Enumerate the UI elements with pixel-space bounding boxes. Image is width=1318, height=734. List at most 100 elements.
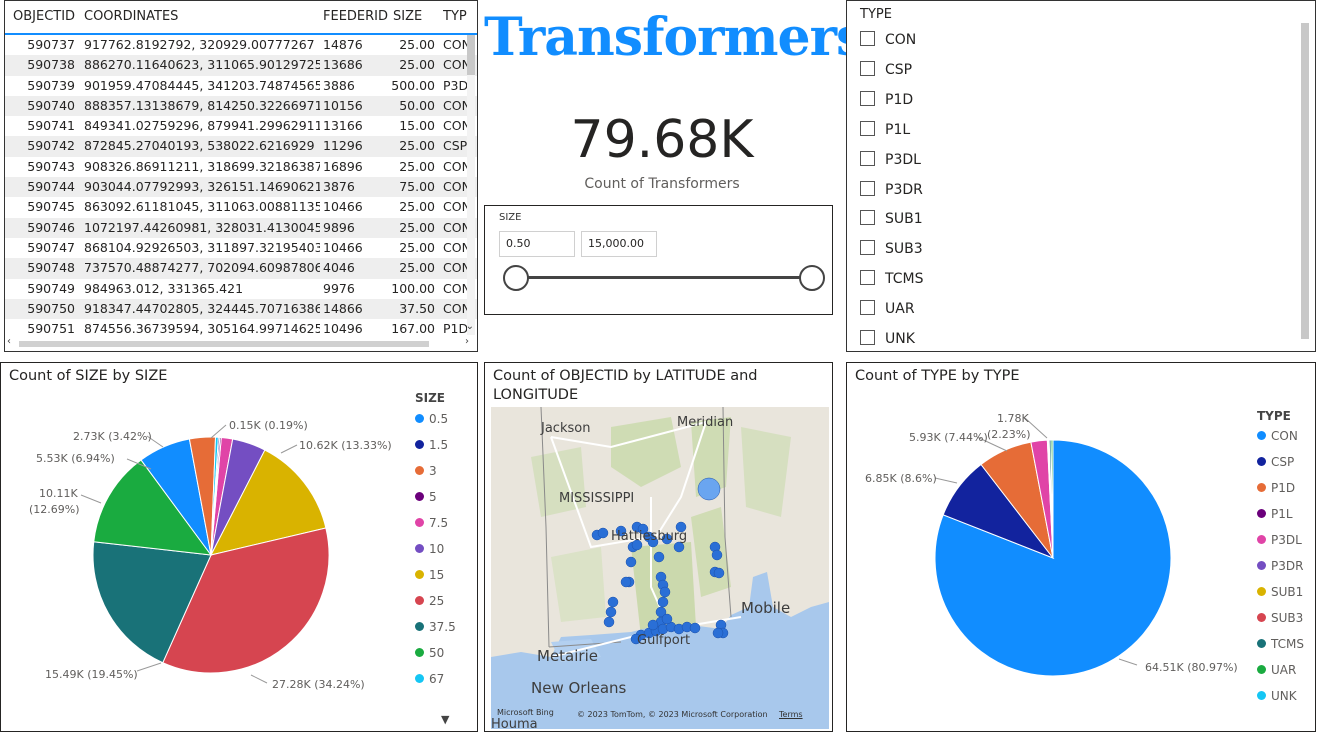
checkbox-icon[interactable] (860, 150, 875, 166)
chart-title-line2: LONGITUDE (493, 387, 579, 403)
table-horizontal-scrollbar[interactable]: ‹ › (5, 336, 477, 349)
type-slicer-item[interactable]: P3DR (860, 180, 923, 200)
table-row[interactable]: 590737 917762.8192792, 320929.00777267 148… (5, 35, 477, 55)
legend-item[interactable]: 37.5 (415, 620, 456, 634)
slider-min-handle[interactable] (503, 265, 529, 291)
type-list-scrollbar[interactable] (1301, 23, 1309, 339)
legend-label: P1L (1271, 507, 1293, 521)
col-size[interactable]: SIZE (393, 9, 422, 24)
table-row[interactable]: 590740 888357.13138679, 814250.32266971 10… (5, 95, 477, 117)
table-row[interactable]: 590745 863092.61181045, 311063.00881135 10… (5, 197, 477, 217)
checkbox-icon[interactable] (860, 90, 875, 106)
table-row[interactable]: 590747 868104.92926503, 311897.32195403 10… (5, 238, 477, 258)
type-slicer-item[interactable]: CSP (860, 60, 912, 80)
hscroll-thumb[interactable] (19, 341, 429, 347)
cell-type: CON (443, 97, 467, 113)
legend-item[interactable]: 15 (415, 568, 444, 582)
legend-item[interactable]: SUB1 (1257, 585, 1303, 599)
scroll-thumb[interactable] (467, 35, 475, 75)
chart-title-line1: Count of OBJECTID by LATITUDE and (493, 368, 758, 384)
type-slicer-label: UNK (885, 331, 915, 347)
size-min-input[interactable]: 0.50 (499, 231, 575, 257)
leader-line (1118, 658, 1138, 666)
col-coordinates[interactable]: COORDINATES (84, 9, 320, 24)
legend-more-icon[interactable]: ▼ (441, 713, 449, 726)
type-slicer-item[interactable]: CON (860, 30, 916, 50)
table-row[interactable]: 590748 737570.48874277, 702094.60987806 40… (5, 258, 477, 279)
checkbox-icon[interactable] (860, 300, 875, 316)
type-slicer-item[interactable]: SUB3 (860, 239, 923, 259)
scroll-left-icon[interactable]: ‹ (7, 336, 11, 347)
kpi-card-label: Count of Transformers (584, 176, 740, 192)
legend-dot-icon (1257, 509, 1266, 518)
cell-size: 15.00 (399, 118, 435, 134)
legend-item[interactable]: SUB3 (1257, 611, 1303, 625)
slider-track[interactable] (515, 276, 811, 279)
checkbox-icon[interactable] (860, 60, 875, 76)
checkbox-icon[interactable] (860, 210, 875, 226)
slider-max-handle[interactable] (799, 265, 825, 291)
cell-feederid: 9896 (323, 219, 355, 235)
legend-item[interactable]: UNK (1257, 689, 1297, 703)
legend-item[interactable]: 0.5 (415, 412, 448, 426)
scroll-down-icon[interactable]: ⌄ (466, 321, 474, 332)
legend-item[interactable]: TCMS (1257, 637, 1304, 651)
type-slicer-item[interactable]: SUB1 (860, 209, 923, 229)
type-slicer-item[interactable]: UNK (860, 329, 915, 349)
table-row[interactable]: 590749 984963.012, 331365.421 9976 100.00 CO… (5, 279, 477, 299)
table-row[interactable]: 590738 886270.11640623, 311065.90129725 13… (5, 55, 477, 76)
table-row[interactable]: 590746 1072197.44260981, 328031.41300453 9… (5, 217, 477, 238)
type-slicer-item[interactable]: TCMS (860, 269, 923, 289)
map-terms-link[interactable]: Terms (779, 710, 803, 719)
legend-item[interactable]: P3DR (1257, 559, 1303, 573)
type-slicer-item[interactable]: P1D (860, 90, 913, 110)
table-row[interactable]: 590744 903044.07792993, 326151.14690621 38… (5, 177, 477, 198)
legend-dot-icon (415, 440, 424, 449)
cell-coordinates: 863092.61181045, 311063.00881135 (84, 199, 320, 215)
table-row[interactable]: 590739 901959.47084445, 341203.74874565 38… (5, 76, 477, 96)
legend-item[interactable]: CON (1257, 429, 1298, 443)
legend-item[interactable]: 10 (415, 542, 444, 556)
data-label: 10.62K (13.33%) (299, 439, 392, 452)
legend-item[interactable]: 7.5 (415, 516, 448, 530)
slicer-title: TYPE (860, 7, 892, 22)
col-feederid[interactable]: FEEDERID (323, 9, 393, 24)
table-row[interactable]: 590741 849341.02759296, 879941.29962911 13… (5, 116, 477, 136)
map-canvas[interactable]: Jackson Meridian MISSISSIPPI Hattiesburg… (491, 407, 829, 729)
cell-coordinates: 918347.44702805, 324445.70716386 (84, 300, 320, 316)
page-title: Transformers (484, 7, 865, 68)
type-slicer-item[interactable]: UAR (860, 299, 915, 319)
legend-item[interactable]: 3 (415, 464, 437, 478)
legend-label: 7.5 (429, 516, 449, 530)
checkbox-icon[interactable] (860, 270, 875, 286)
type-slicer-item[interactable]: P1L (860, 120, 910, 140)
scroll-right-icon[interactable]: › (465, 336, 469, 347)
legend-item[interactable]: P1D (1257, 481, 1295, 495)
legend-dot-icon (1257, 561, 1266, 570)
size-max-input[interactable]: 15,000.00 (581, 231, 657, 257)
legend-item[interactable]: 25 (415, 594, 444, 608)
col-objectid[interactable]: OBJECTID (13, 9, 77, 24)
type-slicer-label: SUB1 (885, 211, 923, 228)
type-slicer-item[interactable]: P3DL (860, 150, 921, 170)
map-label-mobile: Mobile (741, 599, 791, 617)
table-row[interactable]: 590743 908326.86911211, 318699.32186387 16… (5, 157, 477, 177)
legend-item[interactable]: CSP (1257, 455, 1294, 469)
legend-item[interactable]: P3DL (1257, 533, 1302, 547)
legend-item[interactable]: 5 (415, 490, 437, 504)
legend-item[interactable]: 67 (415, 672, 444, 686)
col-type[interactable]: TYP (443, 9, 473, 24)
type-pie-svg (934, 417, 1172, 677)
table-row[interactable]: 590750 918347.44702805, 324445.70716386 14… (5, 298, 477, 320)
table-vertical-scrollbar[interactable] (467, 35, 475, 335)
legend-item[interactable]: 50 (415, 646, 444, 660)
legend-item[interactable]: P1L (1257, 507, 1293, 521)
checkbox-icon[interactable] (860, 330, 875, 345)
checkbox-icon[interactable] (860, 31, 875, 46)
checkbox-icon[interactable] (860, 240, 875, 256)
legend-item[interactable]: 1.5 (415, 438, 448, 452)
checkbox-icon[interactable] (860, 180, 875, 196)
checkbox-icon[interactable] (860, 120, 875, 136)
table-row[interactable]: 590742 872845.27040193, 538022.6216929 112… (5, 136, 477, 157)
legend-item[interactable]: UAR (1257, 663, 1296, 677)
